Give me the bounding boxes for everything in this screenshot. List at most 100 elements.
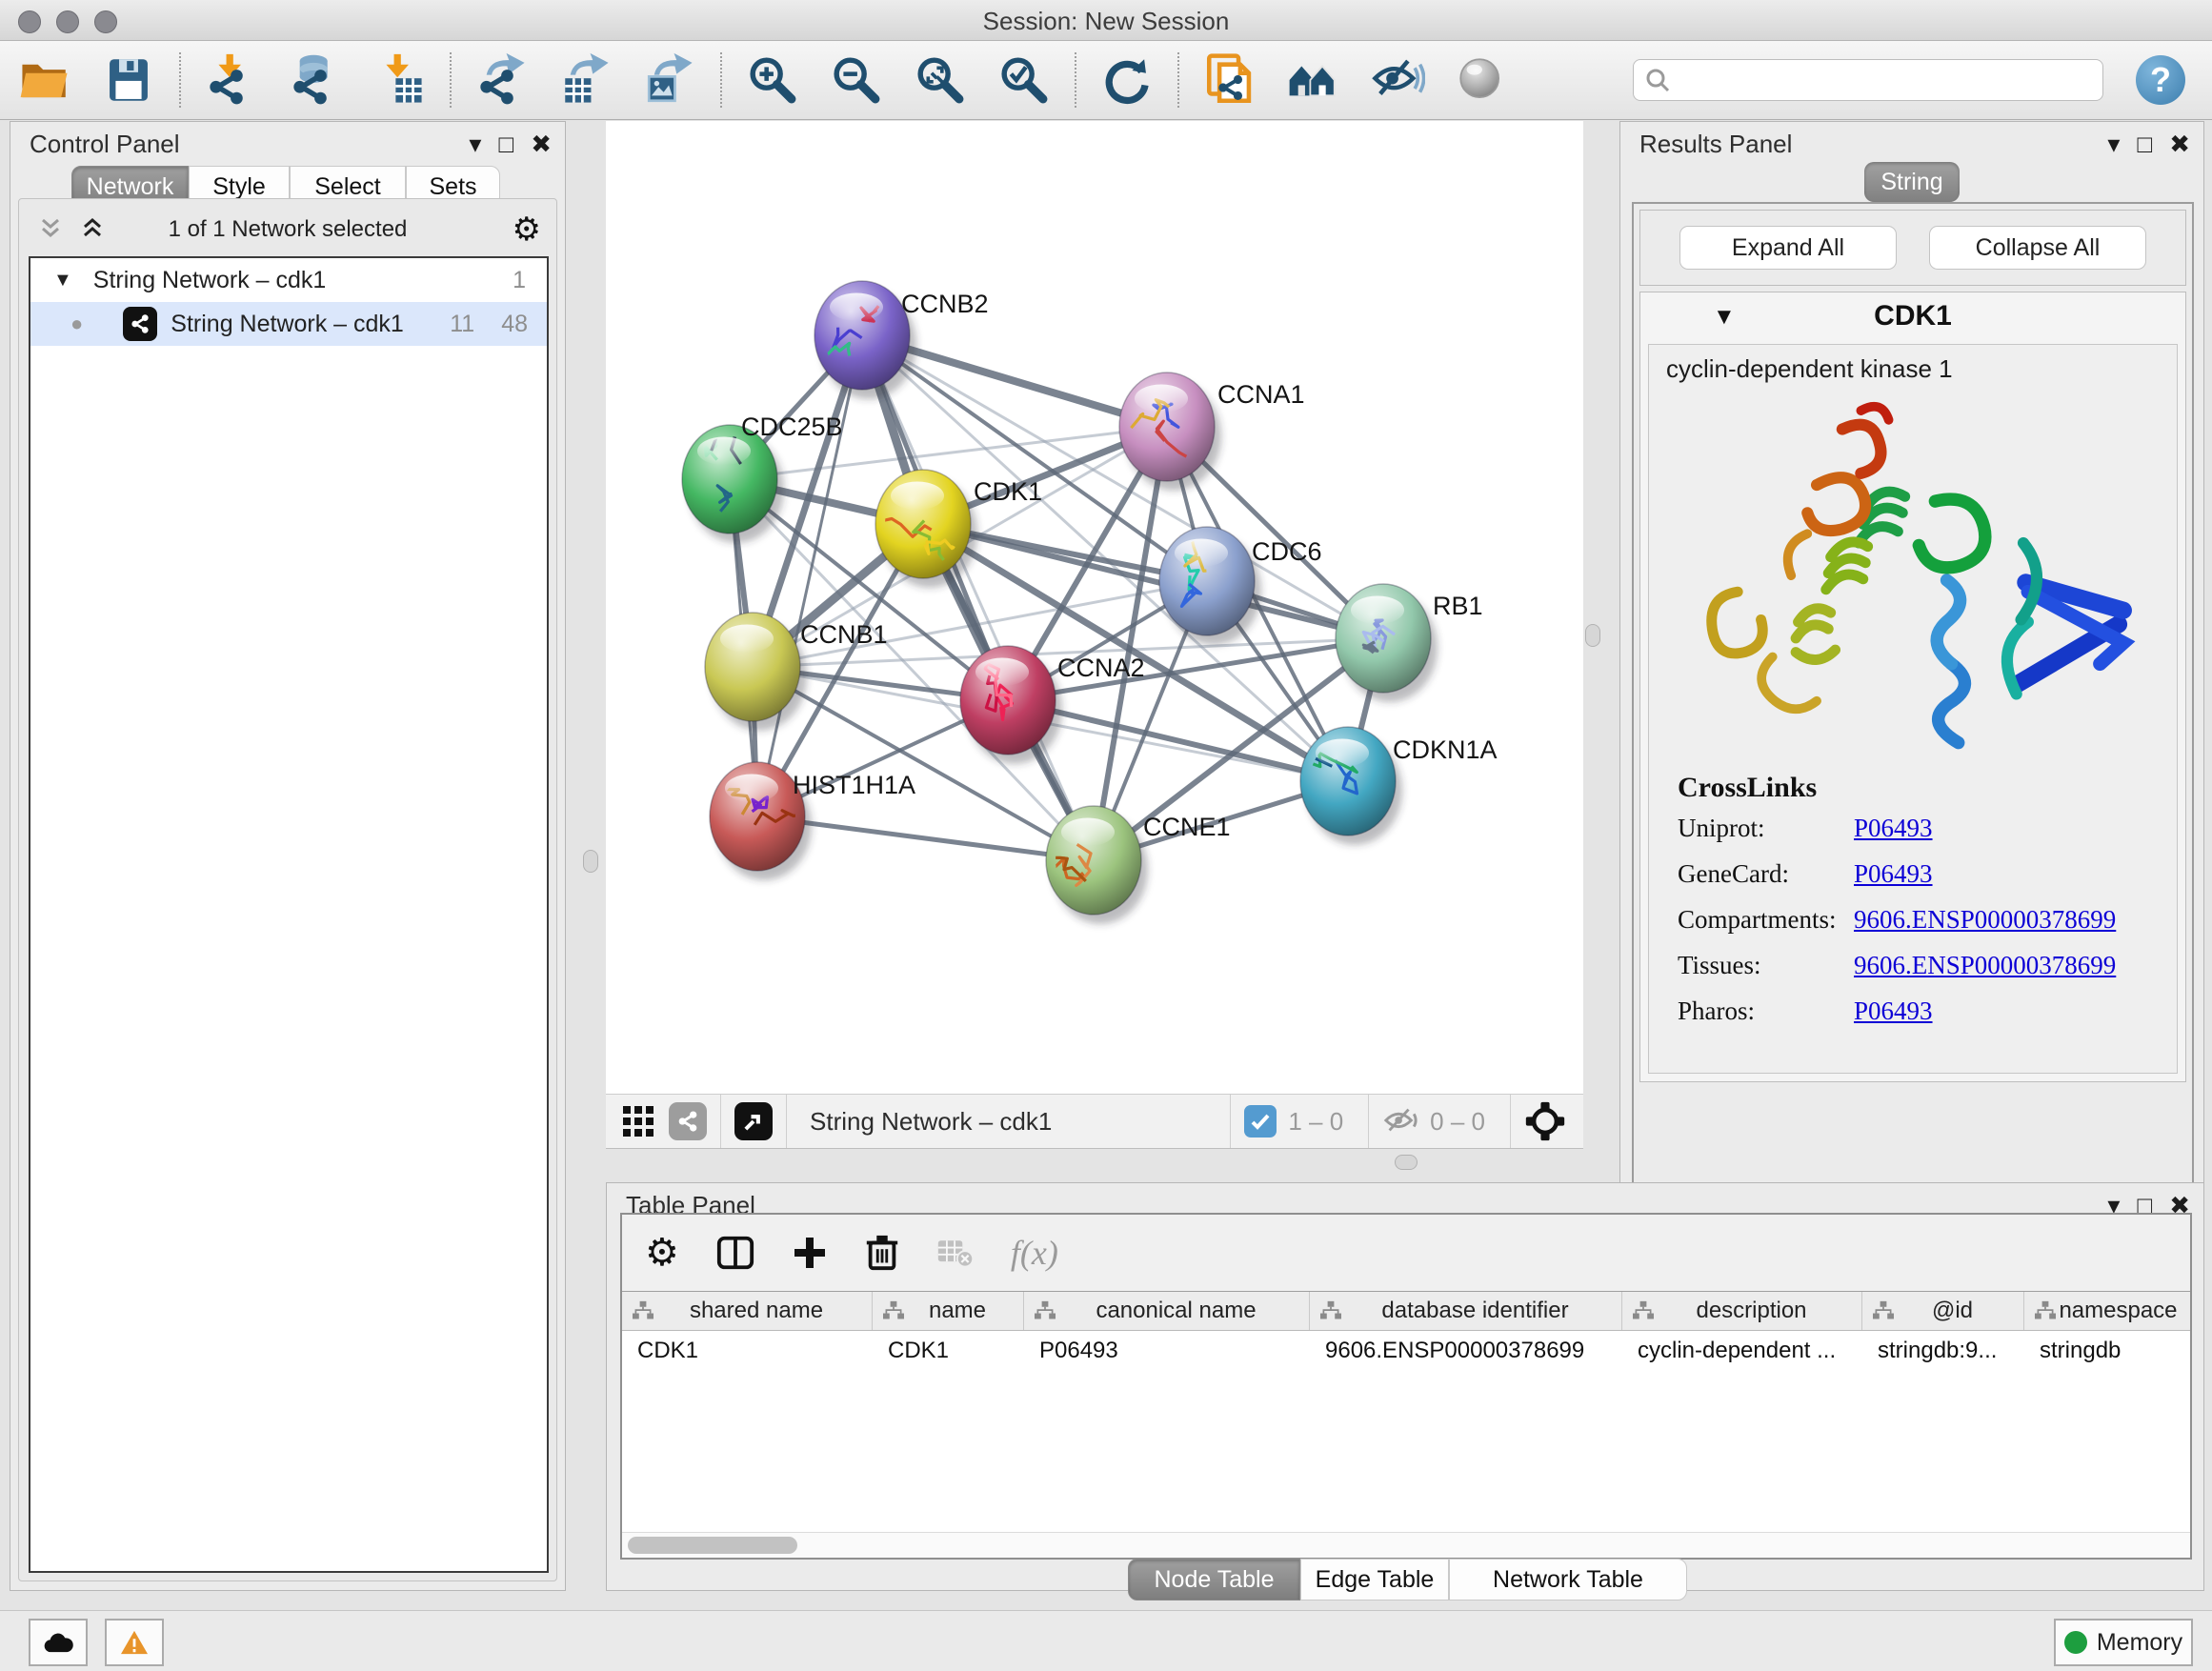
save-session-icon bbox=[101, 52, 156, 108]
collection-label: String Network – cdk1 bbox=[93, 267, 327, 294]
table-cell[interactable]: CDK1 bbox=[622, 1331, 873, 1371]
crosslink-link[interactable]: P06493 bbox=[1854, 859, 1933, 889]
selected-checkbox-icon[interactable] bbox=[1244, 1105, 1277, 1137]
show-columns-icon[interactable] bbox=[715, 1233, 755, 1273]
tab-node-table[interactable]: Node Table bbox=[1128, 1559, 1300, 1601]
grid-view-icon[interactable] bbox=[621, 1104, 655, 1138]
left-splitter-handle[interactable] bbox=[583, 850, 598, 873]
node-result-header[interactable]: ▼ CDK1 bbox=[1640, 292, 2185, 342]
network-node-label: CCNB2 bbox=[901, 290, 989, 318]
import-network-file-button[interactable] bbox=[202, 50, 261, 110]
import-table-button[interactable] bbox=[370, 50, 429, 110]
table-cell[interactable]: 9606.ENSP00000378699 bbox=[1310, 1331, 1622, 1371]
home-button[interactable] bbox=[1284, 50, 1343, 110]
export-network-button[interactable] bbox=[473, 50, 532, 110]
float-panel-icon[interactable]: ▾ bbox=[2107, 128, 2120, 160]
crosslink-link[interactable]: 9606.ENSP00000378699 bbox=[1854, 905, 2116, 935]
network-node-CDK1[interactable]: CDK1 bbox=[875, 470, 1042, 588]
float-panel-icon[interactable]: ▾ bbox=[469, 128, 481, 160]
column-header-namespace[interactable]: namespace bbox=[2024, 1292, 2190, 1330]
network-view-toolbar: String Network – cdk1 1 – 0 0 – 0 bbox=[606, 1094, 1583, 1149]
zoom-in-button[interactable] bbox=[743, 50, 802, 110]
network-selection-status: 1 of 1 Network selected bbox=[19, 216, 556, 243]
scrollbar-thumb[interactable] bbox=[628, 1537, 797, 1554]
zoom-out-button[interactable] bbox=[827, 50, 886, 110]
table-cell[interactable]: cyclin-dependent ... bbox=[1622, 1331, 1862, 1371]
node-description: cyclin-dependent kinase 1 bbox=[1666, 354, 1953, 384]
export-image-button[interactable] bbox=[640, 50, 699, 110]
column-header-description[interactable]: description bbox=[1622, 1292, 1862, 1330]
collection-expand-icon[interactable]: ▼ bbox=[53, 270, 72, 292]
column-header-shared-name[interactable]: shared name bbox=[622, 1292, 873, 1330]
control-panel: Control Panel ▾ □ ✖ NetworkStyleSelectSe… bbox=[10, 121, 566, 1591]
network-options-gear-icon[interactable]: ⚙ bbox=[513, 211, 541, 249]
network-row[interactable]: ● String Network – cdk1 11 48 bbox=[30, 302, 547, 346]
clone-network-button[interactable] bbox=[1200, 50, 1259, 110]
tab-string[interactable]: String bbox=[1864, 162, 1960, 202]
open-session-button[interactable] bbox=[15, 50, 74, 110]
import-network-database-button[interactable] bbox=[286, 50, 345, 110]
crosslinks-section: CrossLinks Uniprot:P06493GeneCard:P06493… bbox=[1678, 772, 2116, 1042]
column-header-name[interactable]: name bbox=[873, 1292, 1024, 1330]
create-column-plus-icon[interactable] bbox=[792, 1235, 828, 1271]
network-node-CCNE1[interactable]: CCNE1 bbox=[1036, 806, 1231, 924]
close-panel-icon[interactable]: ✖ bbox=[2169, 128, 2190, 160]
table-cell[interactable]: P06493 bbox=[1024, 1331, 1310, 1371]
maximize-panel-icon[interactable]: □ bbox=[2137, 128, 2152, 160]
detach-view-icon[interactable] bbox=[734, 1102, 773, 1140]
control-panel-title: Control Panel bbox=[30, 130, 180, 159]
import-network-file-icon bbox=[204, 52, 259, 108]
right-splitter-handle[interactable] bbox=[1585, 624, 1600, 647]
network-node-RB1[interactable]: RB1 bbox=[1336, 584, 1483, 702]
column-header-canonical-name[interactable]: canonical name bbox=[1024, 1292, 1310, 1330]
control-panel-header: Control Panel ▾ □ ✖ bbox=[10, 122, 565, 166]
memory-status-icon bbox=[2064, 1631, 2087, 1654]
network-edge[interactable] bbox=[757, 335, 862, 816]
zoom-fit-button[interactable] bbox=[911, 50, 970, 110]
collapse-all-button[interactable]: Collapse All bbox=[1929, 226, 2146, 270]
zoom-selected-button[interactable] bbox=[995, 50, 1054, 110]
crosslink-link[interactable]: P06493 bbox=[1854, 997, 1933, 1026]
table-horizontal-scrollbar[interactable] bbox=[622, 1532, 2190, 1558]
network-node-label: CDK1 bbox=[974, 477, 1042, 506]
help-button[interactable]: ? bbox=[2136, 55, 2185, 105]
network-share-icon[interactable] bbox=[669, 1102, 707, 1140]
close-panel-icon[interactable]: ✖ bbox=[531, 128, 552, 160]
delete-column-trash-icon[interactable] bbox=[864, 1234, 900, 1272]
expand-all-button[interactable]: Expand All bbox=[1679, 226, 1897, 270]
hide-selected-icon bbox=[1370, 52, 1425, 108]
network-node-CCNA2[interactable]: CCNA2 bbox=[960, 646, 1145, 764]
hide-selected-button[interactable] bbox=[1368, 50, 1427, 110]
export-table-button[interactable] bbox=[556, 50, 615, 110]
table-cell[interactable]: stringdb bbox=[2024, 1331, 2190, 1371]
search-input[interactable] bbox=[1633, 59, 2103, 101]
save-session-button[interactable] bbox=[99, 50, 158, 110]
network-node-HIST1H1A[interactable]: HIST1H1A bbox=[710, 762, 915, 880]
crosslink-link[interactable]: P06493 bbox=[1854, 814, 1933, 843]
column-header-database-identifier[interactable]: database identifier bbox=[1310, 1292, 1622, 1330]
title-bar: Session: New Session bbox=[0, 0, 2212, 41]
tab-edge-table[interactable]: Edge Table bbox=[1300, 1559, 1449, 1601]
network-node-CDC6[interactable]: CDC6 bbox=[1159, 527, 1322, 645]
column-header-id[interactable]: @id bbox=[1862, 1292, 2024, 1330]
table-cell[interactable]: CDK1 bbox=[873, 1331, 1024, 1371]
memory-button[interactable]: Memory bbox=[2054, 1619, 2193, 1666]
network-collection-row[interactable]: ▼ String Network – cdk1 1 bbox=[30, 258, 547, 302]
birds-eye-view-icon[interactable] bbox=[1524, 1100, 1566, 1142]
warnings-button[interactable] bbox=[105, 1619, 164, 1666]
crosslink-link[interactable]: 9606.ENSP00000378699 bbox=[1854, 951, 2116, 980]
bottom-splitter-handle[interactable] bbox=[1395, 1155, 1418, 1170]
refresh-view-button[interactable] bbox=[1097, 50, 1156, 110]
tab-network-table[interactable]: Network Table bbox=[1449, 1559, 1687, 1601]
table-row[interactable]: CDK1CDK1P064939606.ENSP00000378699cyclin… bbox=[622, 1331, 2190, 1371]
network-node-CCNB2[interactable]: CCNB2 bbox=[814, 281, 989, 399]
maximize-panel-icon[interactable]: □ bbox=[498, 128, 513, 160]
node-result-body: cyclin-dependent kinase 1 bbox=[1648, 344, 2178, 1074]
table-cell[interactable]: stringdb:9... bbox=[1862, 1331, 2024, 1371]
export-table-icon bbox=[558, 52, 613, 108]
table-options-gear-icon[interactable]: ⚙ bbox=[645, 1231, 679, 1275]
network-node-CDKN1A[interactable]: CDKN1A bbox=[1293, 727, 1497, 845]
show-all-button[interactable] bbox=[1452, 50, 1511, 110]
cloud-button[interactable] bbox=[29, 1619, 88, 1666]
network-view-canvas[interactable]: CCNB2 CCNA1 CDC25B CDK1 CDC6 RB1 CCNB1 C… bbox=[606, 121, 1583, 1094]
